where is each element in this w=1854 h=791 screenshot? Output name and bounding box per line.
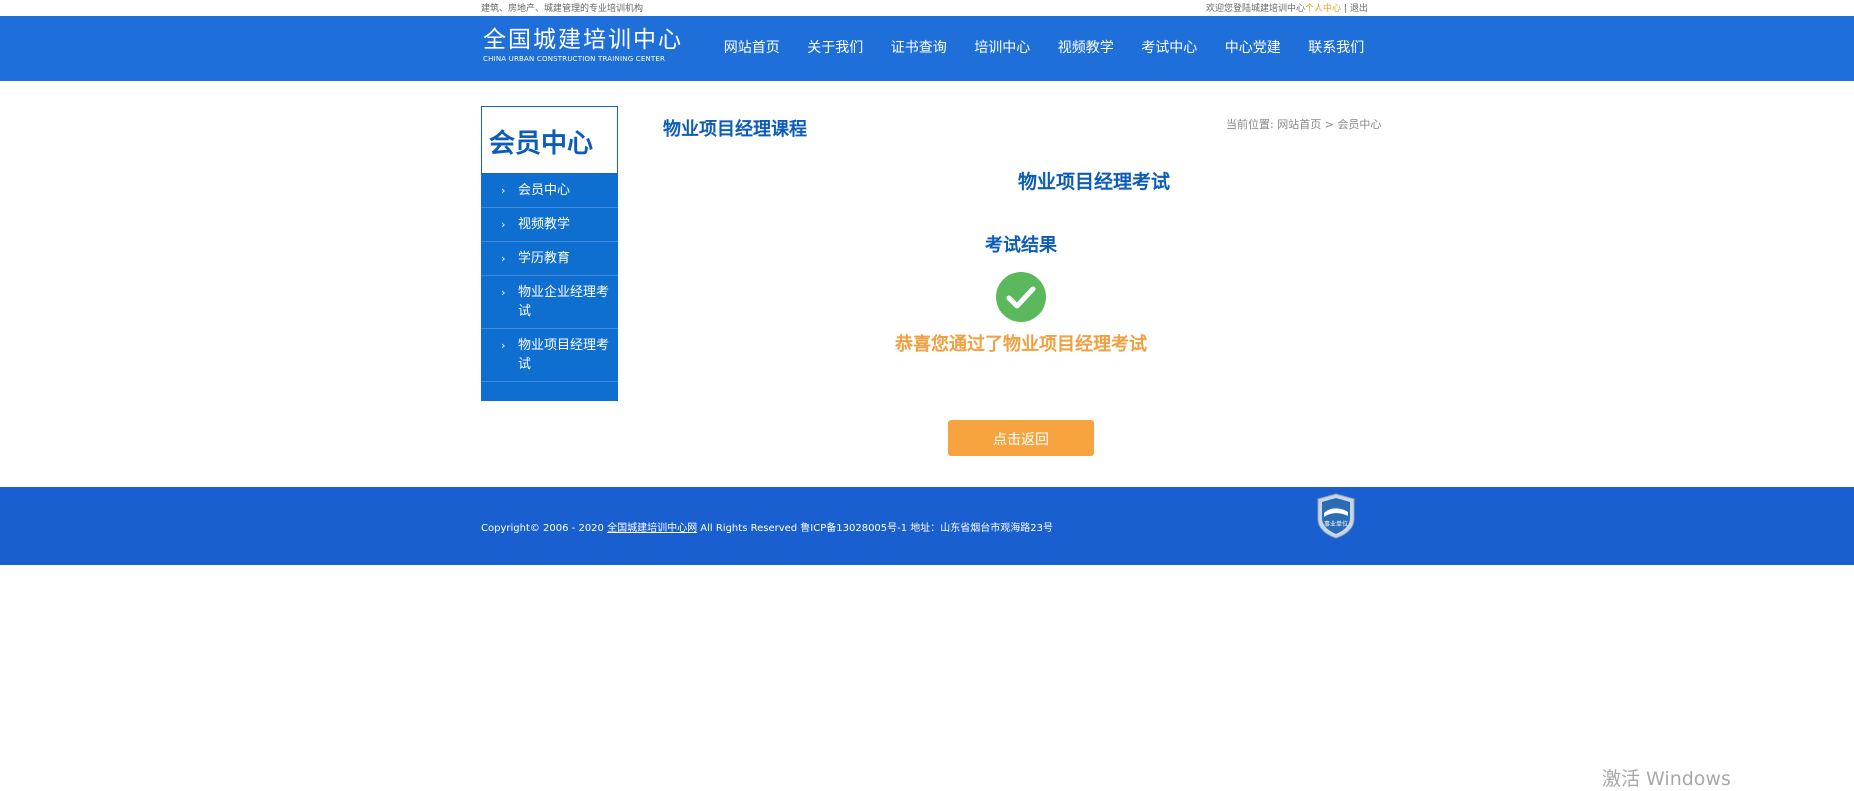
sidebar-item-label: 物业项目经理考试 <box>518 338 610 372</box>
header: 全国城建培训中心 CHINA URBAN CONSTRUCTION TRAINI… <box>0 16 1854 81</box>
breadcrumb-home[interactable]: 网站首页 <box>1277 118 1321 131</box>
copyright: Copyright© 2006 - 2020 全国城建培训中心网 All Rig… <box>481 519 1053 534</box>
breadcrumb-prefix: 当前位置: <box>1226 118 1274 131</box>
back-button[interactable]: 点击返回 <box>948 420 1094 456</box>
sidebar-title-box: 会员中心 <box>481 106 618 174</box>
copyright-prefix: Copyright© 2006 - 2020 <box>481 523 604 534</box>
logo-english: CHINA URBAN CONSTRUCTION TRAINING CENTER <box>483 55 666 63</box>
copyright-suffix: All Rights Reserved 鲁ICP备13028005号-1 地址：… <box>700 523 1054 534</box>
breadcrumb-current: 会员中心 <box>1337 118 1382 131</box>
exam-title: 物业项目经理考试 <box>1017 171 1170 193</box>
logout-link[interactable]: 退出 <box>1350 4 1368 14</box>
breadcrumb: 当前位置: 网站首页 > 会员中心 <box>1226 116 1381 132</box>
sidebar-item-enterprise-exam[interactable]: › 物业企业经理考试 <box>481 276 618 329</box>
breadcrumb-separator: > <box>1324 118 1334 131</box>
welcome-text: 欢迎您登陆城建培训中心 <box>1206 4 1306 14</box>
nav-home[interactable]: 网站首页 <box>710 16 794 81</box>
nav-training[interactable]: 培训中心 <box>961 16 1045 81</box>
result-title: 考试结果 <box>985 235 1057 256</box>
personal-center-link[interactable]: 个人中心 <box>1305 4 1341 14</box>
top-bar: 建筑、房地产、城建管理的专业培训机构 欢迎您登陆城建培训中心个人中心 | 退出 <box>0 0 1854 16</box>
nav-exam[interactable]: 考试中心 <box>1128 16 1212 81</box>
sidebar-item-label: 物业企业经理考试 <box>518 285 610 319</box>
badge-text: 事业单位 <box>1324 520 1348 528</box>
main-nav: 网站首页 关于我们 证书查询 培训中心 视频教学 考试中心 中心党建 联系我们 <box>710 16 1378 81</box>
nav-video[interactable]: 视频教学 <box>1044 16 1128 81</box>
sidebar-item-label: 视频教学 <box>518 217 571 232</box>
sidebar-title: 会员中心 <box>489 129 594 159</box>
logo-chinese: 全国城建培训中心 <box>483 27 683 53</box>
nav-party[interactable]: 中心党建 <box>1211 16 1295 81</box>
separator: | <box>1343 4 1347 14</box>
site-logo[interactable]: 全国城建培训中心 CHINA URBAN CONSTRUCTION TRAINI… <box>483 26 683 64</box>
nav-certificate[interactable]: 证书查询 <box>877 16 961 81</box>
check-circle-icon <box>996 272 1046 322</box>
footer: Copyright© 2006 - 2020 全国城建培训中心网 All Rig… <box>0 487 1854 565</box>
success-message: 恭喜您通过了物业项目经理考试 <box>895 334 1147 355</box>
sidebar-menu: › 会员中心 › 视频教学 › 学历教育 › 物业企业经理考试 › 物业项目经理考试 <box>481 174 618 401</box>
tagline: 建筑、房地产、城建管理的专业培训机构 <box>481 4 644 14</box>
user-welcome: 欢迎您登陆城建培训中心个人中心 | 退出 <box>1206 1 1368 14</box>
chevron-right-icon: › <box>501 339 506 352</box>
nav-contact[interactable]: 联系我们 <box>1295 16 1379 81</box>
page-title: 物业项目经理课程 <box>663 119 807 140</box>
sidebar-item-project-exam[interactable]: › 物业项目经理考试 <box>481 329 618 382</box>
windows-activation-watermark: 激活 Windows <box>1602 768 1731 790</box>
public-institution-badge-icon[interactable]: 事业单位 <box>1316 493 1356 539</box>
chevron-right-icon: › <box>501 286 506 299</box>
footer-site-link[interactable]: 全国城建培训中心网 <box>607 523 697 534</box>
nav-about[interactable]: 关于我们 <box>794 16 878 81</box>
